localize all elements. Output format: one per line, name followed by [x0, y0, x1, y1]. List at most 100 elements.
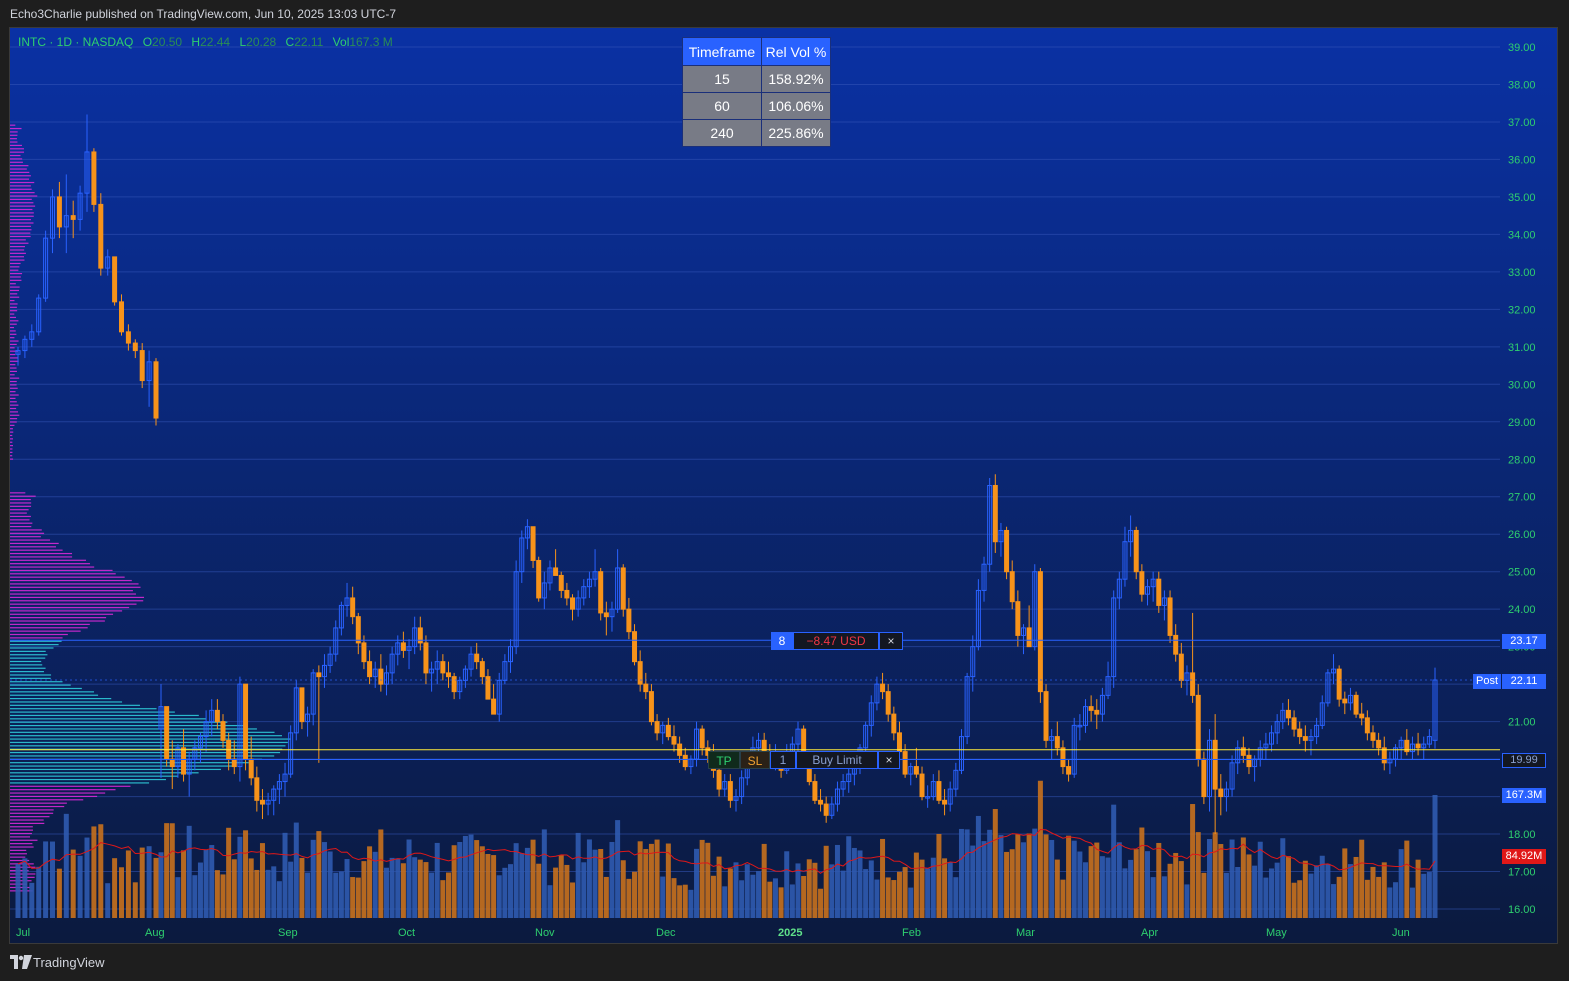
volume-tag: 167.3M — [1502, 788, 1546, 803]
tradingview-logo-icon[interactable] — [10, 955, 32, 969]
profile-bar — [10, 563, 90, 565]
candle-body — [98, 203, 104, 269]
profile-bar — [10, 428, 13, 430]
profile-bar — [10, 819, 44, 821]
profile-bar — [10, 380, 17, 383]
volume-bar — [1020, 842, 1026, 918]
candle-body — [164, 706, 170, 760]
position-order-line[interactable]: 8 −8.47 USD × — [771, 632, 903, 650]
volume-bar — [795, 863, 801, 918]
price-tick-label: 34.00 — [1508, 229, 1536, 241]
volume-bar — [43, 841, 49, 918]
price-tick-label: 18.00 — [1508, 829, 1536, 841]
volume-ma-tag: 84.92M — [1502, 849, 1546, 864]
volume-bar — [485, 853, 491, 918]
position-pnl[interactable]: −8.47 USD — [793, 632, 879, 650]
profile-bar — [10, 138, 17, 140]
volume-bar — [491, 855, 497, 918]
volume-bar — [186, 825, 192, 918]
candle-body — [1336, 668, 1342, 700]
profile-bar — [10, 556, 73, 558]
volume-bar — [1043, 834, 1049, 918]
volume-bar — [778, 887, 784, 918]
tradingview-brand[interactable]: TradingView — [33, 955, 105, 970]
volume-bar — [1060, 879, 1066, 918]
volume-bar — [400, 863, 406, 918]
candle-body — [1043, 691, 1049, 741]
profile-bar — [10, 509, 29, 511]
symbol-legend[interactable]: INTC · 1D · NASDAQ O20.50 H22.44 L20.28 … — [18, 35, 399, 49]
limit-order-line[interactable]: TP SL 1 Buy Limit × — [708, 751, 900, 769]
candle-body — [139, 350, 145, 382]
limit-order-type[interactable]: Buy Limit — [796, 751, 878, 769]
price-tick-label: 27.00 — [1508, 492, 1536, 504]
volume-bar — [91, 826, 97, 918]
volume-bar — [609, 841, 615, 918]
symbol-name[interactable]: INTC · 1D · NASDAQ — [18, 35, 133, 49]
volume-bar — [1105, 857, 1111, 918]
profile-bar — [10, 141, 18, 143]
profile-bar — [10, 208, 33, 211]
publish-info: Echo3Charlie published on TradingView.co… — [10, 7, 397, 21]
profile-bar — [10, 451, 13, 453]
profile-bar — [10, 714, 199, 717]
candle-body — [603, 612, 609, 618]
volume-bar — [181, 850, 187, 918]
profile-bar — [10, 249, 25, 251]
time-tick-label: Sep — [278, 927, 298, 939]
volume-bar — [1054, 859, 1060, 918]
volume-bar — [153, 857, 159, 918]
candle-body — [671, 736, 677, 745]
volume-bar — [1285, 856, 1291, 918]
volume-bar — [570, 882, 576, 918]
candle-body — [665, 724, 671, 738]
volume-bar — [412, 857, 418, 918]
volume-bar — [474, 840, 480, 918]
volume-bar — [677, 885, 683, 918]
profile-bar — [10, 590, 133, 592]
close-position-icon[interactable]: × — [879, 632, 903, 650]
profile-bar — [10, 731, 275, 733]
limit-order-quantity[interactable]: 1 — [770, 751, 796, 769]
volume-bar — [688, 889, 694, 918]
volume-bar — [801, 876, 807, 918]
candle-body — [220, 721, 226, 741]
candle-body — [1353, 694, 1359, 715]
volume-bar — [254, 869, 260, 918]
close-value: 22.11 — [294, 35, 324, 49]
stop-loss-button[interactable]: SL — [740, 751, 770, 769]
chart-frame[interactable]: 16.0017.0018.0019.0020.0021.0022.0023.00… — [9, 27, 1558, 944]
profile-bar — [10, 704, 140, 706]
candle-body — [598, 571, 604, 614]
volume-bar — [209, 845, 215, 918]
profile-bar — [10, 161, 23, 163]
profile-bar — [10, 195, 38, 197]
volume-bar — [648, 843, 654, 918]
candle-body — [153, 361, 159, 419]
volume-bar — [1128, 859, 1134, 918]
profile-bar — [10, 343, 17, 346]
position-quantity[interactable]: 8 — [771, 632, 793, 650]
profile-bar — [10, 600, 144, 602]
profile-bar — [10, 154, 21, 157]
profile-bar — [10, 262, 21, 265]
profile-bar — [10, 657, 46, 659]
candle-body — [1342, 698, 1348, 704]
volume-bar — [63, 813, 69, 918]
cancel-order-icon[interactable]: × — [878, 751, 900, 769]
candle-body — [1139, 571, 1145, 595]
volume-bar — [496, 875, 502, 918]
position-price-tag: 23.17 — [1502, 634, 1546, 649]
volume-bar — [1398, 849, 1404, 918]
volume-bar — [125, 850, 131, 918]
profile-bar — [10, 762, 249, 764]
candle-body — [378, 668, 384, 685]
profile-bar — [10, 259, 25, 261]
volume-bar — [1049, 839, 1055, 918]
profile-bar — [10, 367, 17, 369]
volume-bar — [1032, 828, 1038, 918]
price-chart[interactable]: 16.0017.0018.0019.0020.0021.0022.0023.00… — [10, 28, 1558, 944]
profile-bar — [10, 772, 199, 774]
take-profit-button[interactable]: TP — [708, 751, 740, 769]
volume-bar — [789, 884, 795, 918]
